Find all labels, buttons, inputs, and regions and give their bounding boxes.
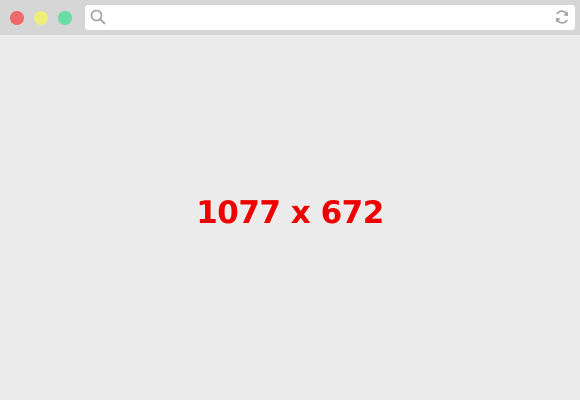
placeholder-dimensions-text: 1077 x 672 xyxy=(196,195,384,231)
browser-window: 1077 x 672 xyxy=(0,0,580,400)
search-icon xyxy=(90,9,106,25)
refresh-icon[interactable] xyxy=(554,9,570,25)
minimize-window-button[interactable] xyxy=(34,11,48,25)
page-content: 1077 x 672 xyxy=(0,35,580,400)
address-bar[interactable] xyxy=(85,5,575,30)
titlebar xyxy=(0,0,580,35)
close-window-button[interactable] xyxy=(10,11,24,25)
address-input[interactable] xyxy=(111,7,541,28)
maximize-window-button[interactable] xyxy=(58,11,72,25)
